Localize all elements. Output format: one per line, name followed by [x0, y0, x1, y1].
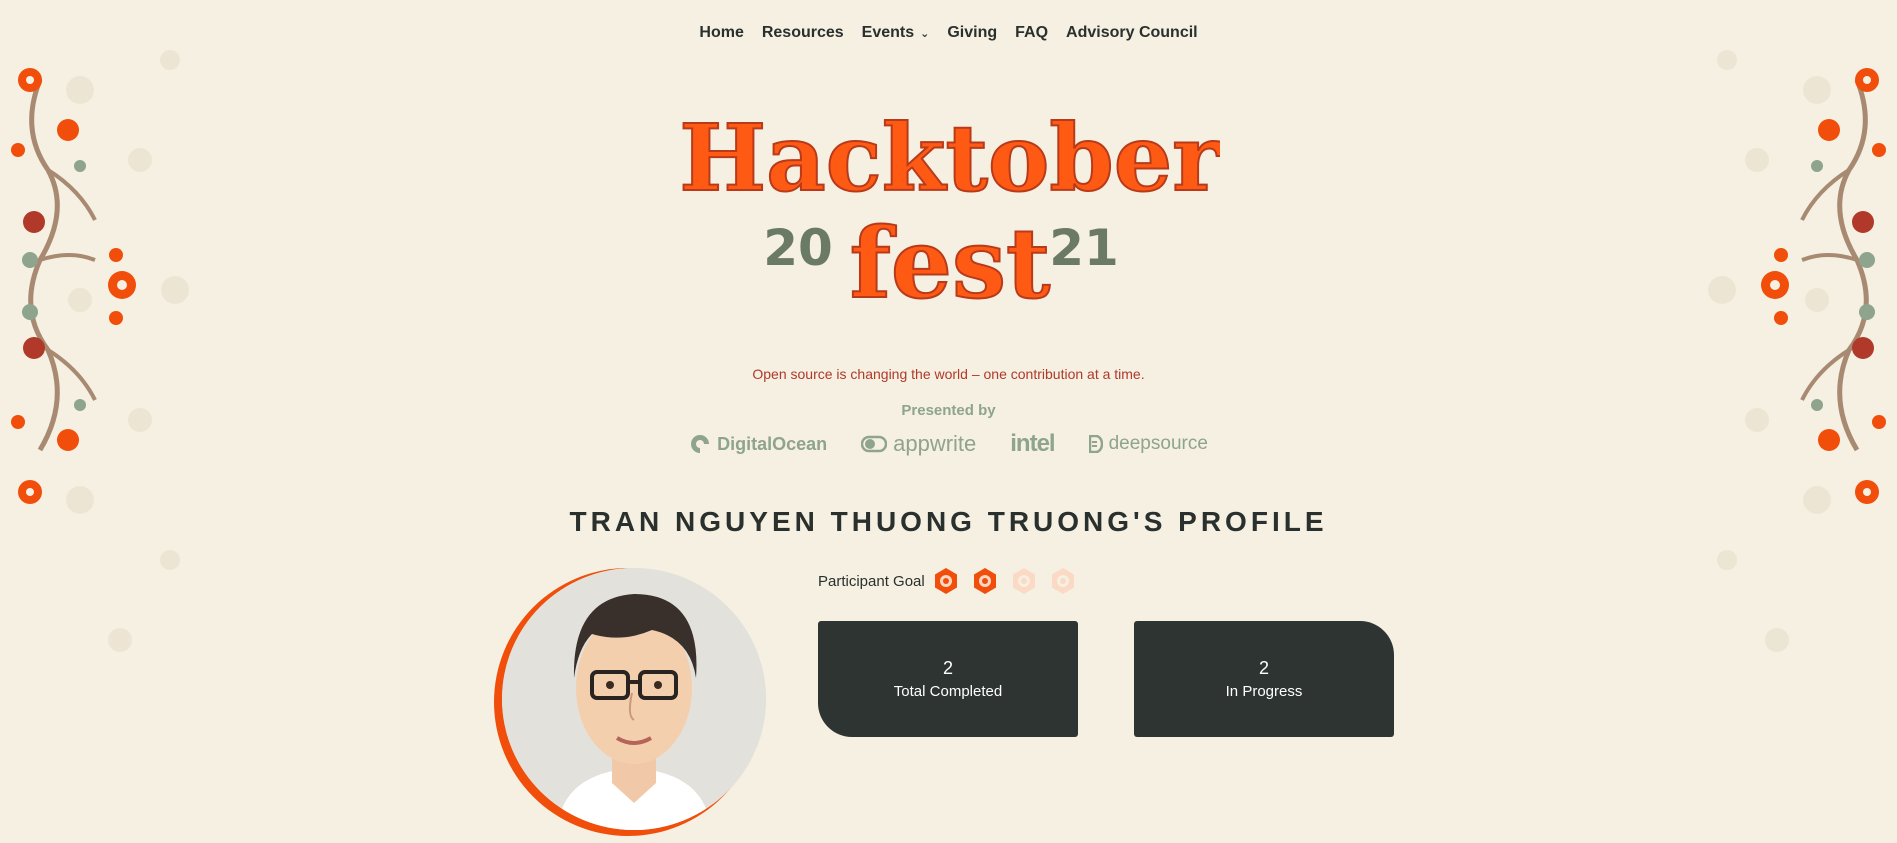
nav-faq[interactable]: FAQ: [1015, 24, 1048, 42]
goal-label: Participant Goal: [818, 572, 925, 590]
floral-border-right: [1708, 50, 1886, 652]
avatar-image: [502, 568, 766, 830]
stat-total-completed: 2 Total Completed: [818, 621, 1078, 737]
presented-by-label: Presented by: [901, 402, 996, 419]
tagline: Open source is changing the world – one …: [752, 366, 1145, 382]
hacktoberfest-logo: Hacktober fest 20 21: [680, 105, 1220, 315]
sponsor-logos: DigitalOcean appwrite intel deepsource: [0, 430, 1897, 458]
participant-goal: Participant Goal: [818, 566, 1083, 596]
nav-events[interactable]: Events ⌄: [862, 24, 930, 42]
stat-in-progress: 2 In Progress: [1134, 621, 1394, 737]
avatar: [494, 568, 766, 838]
goal-badge-icon: [1012, 568, 1035, 594]
stat-label: Total Completed: [893, 683, 1003, 700]
goal-badge-icon: [973, 568, 996, 594]
appwrite-logo[interactable]: appwrite: [861, 431, 976, 457]
profile-title: TRAN NGUYEN THUONG TRUONG'S PROFILE: [569, 506, 1328, 537]
digitalocean-icon: [691, 435, 710, 453]
floral-border-left: [11, 50, 189, 652]
logo-year-right: 21: [1049, 219, 1119, 277]
goal-badge-icon: [934, 568, 957, 594]
deepsource-logo[interactable]: deepsource: [1088, 433, 1208, 455]
intel-label: intel: [1010, 430, 1055, 457]
page: Home Resources Events ⌄ Giving FAQ Advis…: [0, 0, 1897, 843]
deepsource-icon: [1088, 435, 1103, 453]
digitalocean-logo[interactable]: DigitalOcean: [689, 433, 827, 455]
appwrite-icon: [861, 435, 888, 453]
avatar-portrait: [502, 568, 766, 830]
deepsource-label: deepsource: [1108, 433, 1208, 454]
goal-badge-icon: [1051, 568, 1074, 594]
nav-events-label: Events: [861, 24, 915, 41]
nav-resources[interactable]: Resources: [762, 24, 844, 42]
nav-advisory-council[interactable]: Advisory Council: [1066, 24, 1198, 42]
logo-word-hacktober: Hacktober: [680, 105, 1220, 212]
chevron-down-icon: ⌄: [920, 27, 930, 40]
logo-year-left: 20: [763, 219, 833, 277]
digitalocean-label: DigitalOcean: [717, 433, 828, 454]
main-nav: Home Resources Events ⌄ Giving FAQ Advis…: [0, 24, 1897, 42]
appwrite-label: appwrite: [893, 431, 977, 456]
nav-home[interactable]: Home: [699, 24, 743, 42]
logo-word-fest: fest: [850, 207, 1051, 315]
stat-label: In Progress: [1225, 683, 1303, 700]
intel-logo[interactable]: intel: [1010, 430, 1055, 458]
stat-value: 2: [1258, 658, 1269, 678]
stat-value: 2: [942, 658, 953, 678]
nav-giving[interactable]: Giving: [947, 24, 997, 42]
